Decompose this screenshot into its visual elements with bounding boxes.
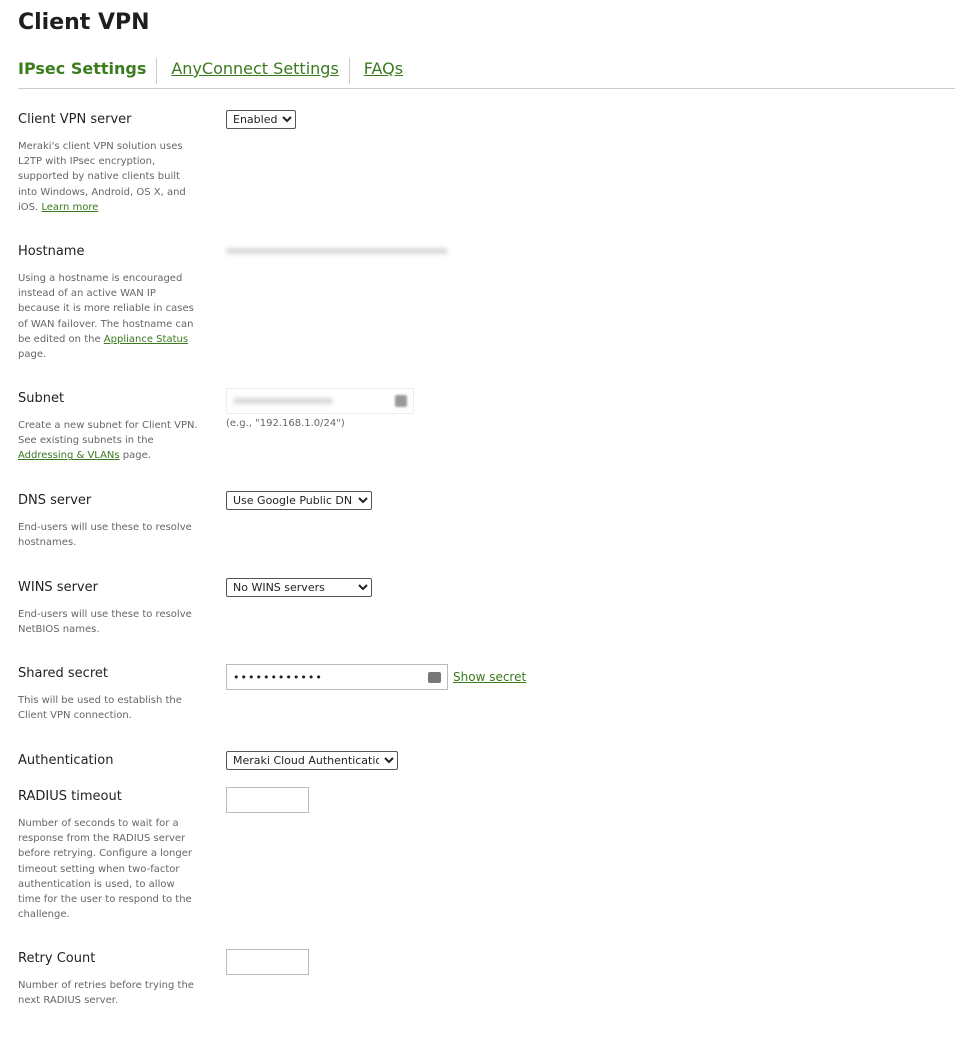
- secret-value: ••••••••••••: [233, 670, 323, 684]
- wins-server-select[interactable]: No WINS servers: [226, 578, 372, 597]
- field-description: Meraki's client VPN solution uses L2TP w…: [18, 139, 198, 215]
- page-title: Client VPN: [18, 10, 150, 35]
- subnet-row: Subnet Create a new subnet for Client VP…: [18, 388, 948, 464]
- show-secret-link[interactable]: Show secret: [453, 670, 526, 684]
- field-description: Number of retries before trying the next…: [18, 980, 194, 1007]
- hostname-value-redacted: [226, 248, 448, 254]
- hostname-row: Hostname Using a hostname is encouraged …: [18, 244, 948, 362]
- field-label: Authentication: [18, 753, 114, 768]
- learn-more-link[interactable]: Learn more: [41, 202, 98, 213]
- field-label: Hostname: [18, 244, 85, 259]
- field-description: Create a new subnet for Client VPN. See …: [18, 418, 198, 464]
- tab-bar: IPsec Settings AnyConnect Settings FAQs: [18, 58, 955, 89]
- field-label: Retry Count: [18, 951, 96, 966]
- subnet-hint: (e.g., "192.168.1.0/24"): [226, 418, 345, 429]
- retry-count-input[interactable]: [226, 949, 309, 975]
- wins-server-row: WINS server End-users will use these to …: [18, 578, 948, 637]
- field-label: DNS server: [18, 493, 92, 508]
- appliance-status-link[interactable]: Appliance Status: [104, 334, 188, 345]
- shared-secret-input[interactable]: ••••••••••••: [226, 664, 448, 690]
- radius-timeout-row: RADIUS timeout Number of seconds to wait…: [18, 787, 948, 922]
- tab-faqs[interactable]: FAQs: [348, 58, 413, 84]
- field-label: Client VPN server: [18, 112, 132, 127]
- client-vpn-server-row: Client VPN server Meraki's client VPN so…: [18, 110, 948, 215]
- shared-secret-row: Shared secret This will be used to estab…: [18, 664, 948, 723]
- dns-server-select[interactable]: Use Google Public DNS: [226, 491, 372, 510]
- field-description: End-users will use these to resolve host…: [18, 522, 192, 549]
- client-vpn-server-select[interactable]: Enabled: [226, 110, 296, 129]
- field-label: WINS server: [18, 580, 98, 595]
- field-description: Using a hostname is encouraged instead o…: [18, 271, 198, 362]
- field-description: This will be used to establish the Clien…: [18, 695, 182, 722]
- password-manager-icon: [395, 395, 407, 407]
- radius-timeout-input[interactable]: [226, 787, 309, 813]
- description-text: Create a new subnet for Client VPN. See …: [18, 420, 198, 447]
- authentication-row: Authentication Meraki Cloud Authenticati…: [18, 751, 948, 770]
- field-description: End-users will use these to resolve NetB…: [18, 609, 192, 636]
- tab-anyconnect-settings[interactable]: AnyConnect Settings: [156, 58, 348, 84]
- password-manager-icon: [428, 671, 441, 683]
- field-description: Number of seconds to wait for a response…: [18, 818, 192, 921]
- description-text: page.: [119, 450, 151, 462]
- dns-server-row: DNS server End-users will use these to r…: [18, 491, 948, 550]
- field-label: RADIUS timeout: [18, 789, 122, 804]
- field-label: Subnet: [18, 391, 65, 406]
- retry-count-row: Retry Count Number of retries before try…: [18, 949, 948, 1008]
- addressing-vlans-link[interactable]: Addressing & VLANs: [18, 450, 120, 461]
- subnet-input[interactable]: [226, 388, 414, 414]
- description-text: page.: [18, 349, 47, 361]
- tab-ipsec-settings[interactable]: IPsec Settings: [18, 58, 156, 84]
- authentication-select[interactable]: Meraki Cloud Authentication: [226, 751, 398, 770]
